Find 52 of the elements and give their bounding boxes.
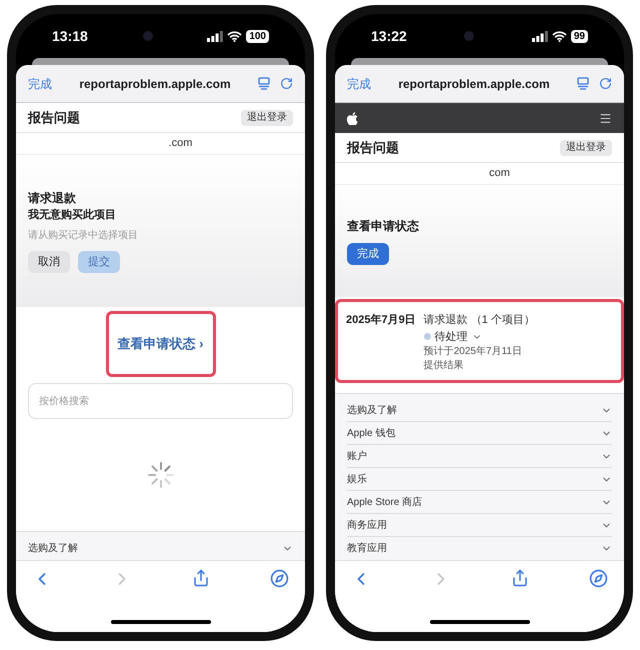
wifi-icon <box>552 30 567 42</box>
url-text: reportaproblem.apple.com <box>79 76 231 92</box>
search-field[interactable]: 按价格搜索 <box>28 383 293 419</box>
footer-menu-item[interactable]: 教育应用 <box>347 537 612 560</box>
footer-menu-item[interactable]: 账户 <box>347 445 612 468</box>
menu-icon[interactable] <box>599 112 612 124</box>
wifi-icon <box>227 30 242 42</box>
camera-icon <box>142 31 153 41</box>
camera-icon <box>464 31 474 41</box>
footer-menu-item[interactable]: Apple 钱包 <box>347 422 612 445</box>
done-button[interactable]: 完成 <box>347 74 371 92</box>
reload-icon[interactable] <box>280 77 293 90</box>
url-text: reportaproblem.apple.com <box>398 76 550 92</box>
footer-menu-item[interactable]: Apple Store 商店 <box>347 491 612 514</box>
compass-icon[interactable] <box>589 569 608 588</box>
status-title: 查看申请状态 <box>347 218 420 235</box>
request-note: 预计于2025年7月11日 <box>424 345 523 359</box>
account-email: .com <box>168 136 192 152</box>
reload-icon[interactable] <box>599 77 612 90</box>
page-title: 报告问题 <box>28 108 80 127</box>
battery-indicator: 100 <box>246 30 269 42</box>
refund-hint: 请从购买记录中选择项目 <box>28 228 139 243</box>
status-label: 待处理 <box>434 330 468 344</box>
loading-spinner-icon <box>146 461 174 489</box>
footer-menu-item[interactable]: 娱乐 <box>347 468 612 491</box>
share-icon[interactable] <box>511 569 529 587</box>
apple-logo-icon <box>347 112 358 124</box>
compass-icon[interactable] <box>270 569 289 588</box>
refund-reason: 我无意购买此项目 <box>28 208 117 224</box>
request-note: 提供结果 <box>424 359 465 373</box>
sign-out-button[interactable]: 退出登录 <box>560 140 612 156</box>
status-dropdown[interactable]: 待处理 <box>424 328 535 345</box>
signal-icon <box>207 30 224 42</box>
request-date: 2025年7月9日 <box>346 312 416 328</box>
status-time: 13:18 <box>52 26 88 46</box>
signal-icon <box>532 30 548 42</box>
request-title: 请求退款 （1 个项目） <box>424 313 535 328</box>
battery-indicator: 99 <box>570 30 588 42</box>
status-time: 13:22 <box>371 26 407 46</box>
reader-icon[interactable] <box>258 77 270 90</box>
form-button[interactable]: 取消 <box>28 250 70 273</box>
done-button[interactable]: 完成 <box>28 74 52 92</box>
refund-title: 请求退款 <box>28 190 77 208</box>
page-title: 报告问题 <box>347 138 399 157</box>
reader-icon[interactable] <box>577 77 589 90</box>
footer-menu-item[interactable]: 商务应用 <box>347 514 612 537</box>
share-icon[interactable] <box>192 569 210 587</box>
view-status-link[interactable]: 查看申请状态 › <box>106 311 216 377</box>
sign-out-button[interactable]: 退出登录 <box>241 110 293 126</box>
footer-menu-item[interactable]: 选购及了解 <box>347 399 612 422</box>
account-email: com <box>488 166 510 182</box>
done-button[interactable]: 完成 <box>347 243 389 265</box>
